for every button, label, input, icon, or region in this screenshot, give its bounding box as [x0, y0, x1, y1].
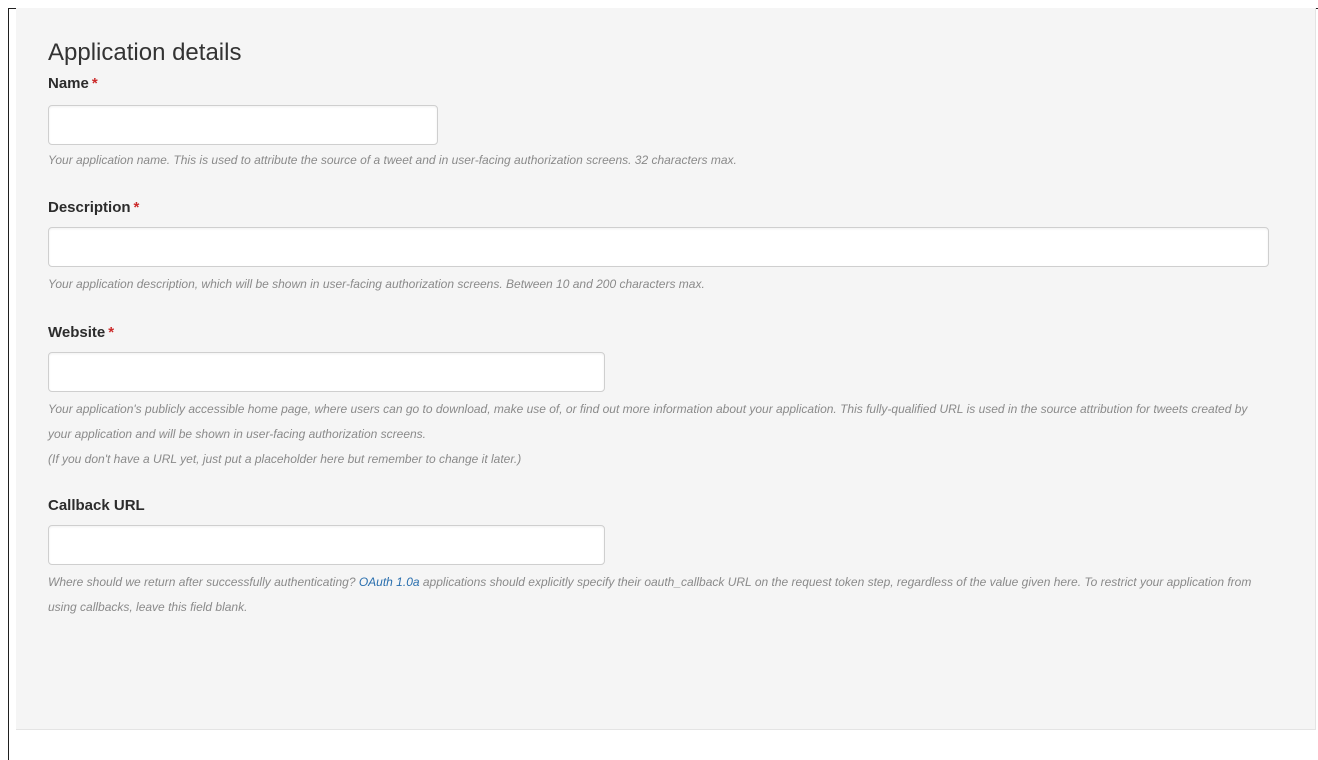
- description-help-text: Your application description, which will…: [48, 277, 705, 291]
- name-field-group: Name * Your application name. This is use…: [48, 74, 1315, 173]
- callback-url-field-group: Callback URL Where should we return afte…: [48, 496, 1315, 620]
- name-label-text: Name: [48, 75, 89, 92]
- callback-url-help-text: Where should we return after successfull…: [48, 570, 1315, 620]
- website-help-note: (If you don't have a URL yet, just put a…: [48, 452, 522, 466]
- description-label: Description *: [48, 198, 1315, 218]
- website-field-group: Website * Your application's publicly acc…: [48, 323, 1315, 472]
- callback-help-before-link: Where should we return after successfull…: [48, 575, 359, 589]
- description-field-group: Description * Your application descriptio…: [48, 198, 1315, 297]
- required-marker: *: [91, 75, 98, 92]
- website-help-text: Your application's publicly accessible h…: [48, 402, 1248, 441]
- website-label: Website *: [48, 323, 1315, 343]
- name-help-text: Your application name. This is used to a…: [48, 153, 737, 167]
- required-marker: *: [133, 199, 140, 216]
- name-input[interactable]: [48, 105, 438, 145]
- application-details-panel: Application details Name * Your applicati…: [16, 8, 1316, 730]
- description-input[interactable]: [48, 227, 1269, 267]
- name-label: Name *: [48, 74, 1315, 94]
- website-label-text: Website: [48, 324, 106, 341]
- callback-url-input[interactable]: [48, 525, 605, 565]
- required-marker: *: [108, 324, 115, 341]
- callback-url-label: Callback URL: [48, 497, 145, 514]
- section-title: Application details: [48, 39, 242, 66]
- website-input[interactable]: [48, 352, 605, 392]
- oauth-link[interactable]: OAuth 1.0a: [359, 575, 420, 589]
- description-label-text: Description: [48, 199, 131, 216]
